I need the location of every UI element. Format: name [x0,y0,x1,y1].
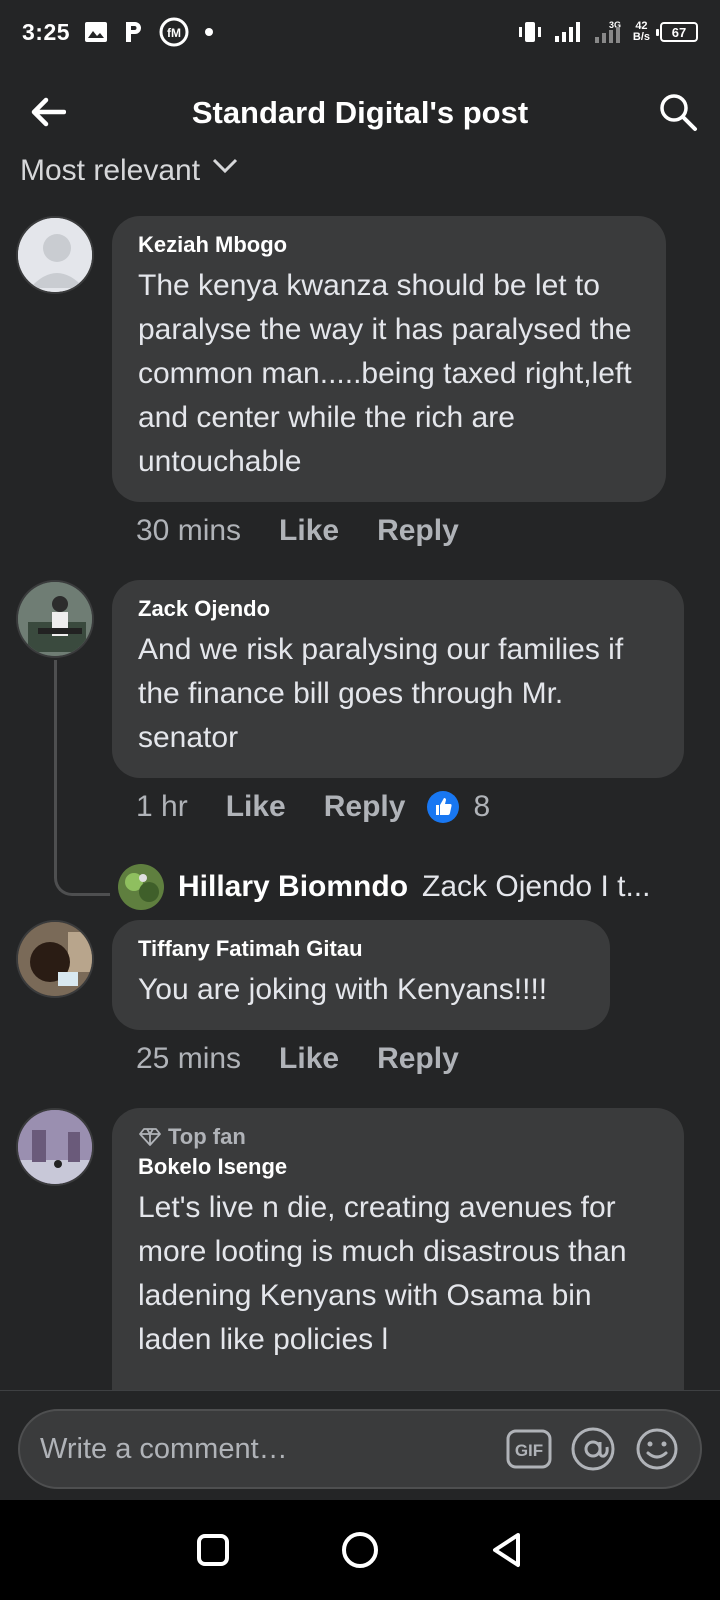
reply-avatar[interactable] [118,864,164,910]
reply-preview[interactable]: Hillary Biomndo Zack Ojendo I t... [118,864,698,910]
like-button[interactable]: Like [279,1042,339,1076]
reply-snippet: Zack Ojendo I t... [422,870,651,903]
gif-icon: GIF [506,1429,552,1469]
back-nav-button[interactable] [482,1525,532,1575]
notification-dot-icon [204,27,214,37]
comment-time[interactable]: 1 hr [136,790,188,824]
comment-author[interactable]: Keziah Mbogo [138,232,640,258]
like-button[interactable]: Like [226,790,286,824]
like-reaction-icon [427,791,460,823]
comment-text: Let's live n die, creating avenues for m… [138,1191,627,1356]
app-header: Standard Digital's post [0,78,720,148]
comment-actions: 1 hr Like Reply 8 [136,790,490,824]
back-triangle-icon [492,1533,520,1567]
comment-bubble: Top fan Bokelo Isenge Let's live n die, … [112,1108,684,1390]
net-speed-unit: B/s [632,31,650,43]
profile-photo-icon [18,1110,92,1184]
reaction-summary[interactable]: 8 [427,790,490,824]
comment-text: You are joking with Kenyans!!!! [138,973,548,1006]
back-arrow-icon [31,97,66,127]
emoji-button[interactable] [634,1426,680,1472]
default-profile-icon [18,218,92,292]
page-title: Standard Digital's post [191,95,529,130]
comment-composer-bar: Write a comment… GIF [0,1390,720,1500]
reaction-count: 8 [473,790,491,823]
search-button[interactable] [656,90,700,134]
emoji-icon [636,1428,678,1470]
profile-photo-icon [118,864,164,910]
reply-button[interactable]: Reply [324,790,406,824]
comment-input[interactable]: Write a comment… [40,1433,506,1466]
like-button[interactable]: Like [279,514,339,548]
comment-time[interactable]: 30 mins [136,514,241,548]
recents-button[interactable] [188,1525,238,1575]
avatar[interactable] [16,1108,94,1186]
comment-bubble: Zack Ojendo And we risk paralysing our f… [112,580,684,778]
comment-time[interactable]: 25 mins [136,1042,241,1076]
comment-author[interactable]: Bokelo Isenge [138,1154,658,1180]
svg-text:fM: fM [167,26,181,40]
avatar[interactable] [16,920,94,998]
status-time: 3:25 [22,18,71,45]
net-speed: 42 B/s [633,21,650,43]
home-circle-icon [341,1532,378,1568]
diamond-icon [139,1128,161,1146]
home-button[interactable] [335,1525,385,1575]
comment-composer[interactable]: Write a comment… GIF [18,1409,702,1489]
battery-level: 67 [671,24,687,40]
comment-bubble: Keziah Mbogo The kenya kwanza should be … [112,216,666,502]
parking-app-icon [122,20,144,44]
sort-dropdown[interactable]: Most relevant [20,140,238,180]
sort-label: Most relevant [20,154,201,180]
comment-bubble: Tiffany Fatimah Gitau You are joking wit… [112,920,610,1030]
profile-photo-icon [18,922,92,996]
thread-line [54,660,110,896]
avatar[interactable] [16,580,94,658]
reply-button[interactable]: Reply [377,514,459,548]
comment-author[interactable]: Zack Ojendo [138,596,658,622]
back-button[interactable] [28,92,68,132]
reply-button[interactable]: Reply [377,1042,459,1076]
battery-icon: 67 [656,22,698,42]
comment-text: The kenya kwanza should be let to paraly… [138,269,632,478]
profile-photo-icon [18,582,92,656]
mention-button[interactable] [570,1426,616,1472]
reply-author[interactable]: Hillary Biomndo [178,870,408,904]
vibrate-icon [517,20,543,44]
chevron-down-icon [212,148,238,180]
recents-square-icon [197,1534,230,1566]
gif-button[interactable]: GIF [506,1426,552,1472]
comment-text: And we risk paralysing our families if t… [138,633,624,754]
comment-actions: 25 mins Like Reply [136,1042,459,1076]
comment-actions: 30 mins Like Reply [136,514,459,548]
gallery-icon [84,21,108,43]
fm-app-icon: fM [158,16,190,48]
comment-author[interactable]: Tiffany Fatimah Gitau [138,936,584,962]
gif-label: GIF [515,1441,543,1460]
signal-3g-icon: 3G [593,19,623,45]
avatar[interactable] [16,216,94,294]
at-mention-icon [571,1427,615,1471]
signal-icon [553,20,583,44]
top-fan-badge: Top fan [138,1124,658,1150]
status-bar: 3:25 fM 3G 42 B/s 67 [0,0,720,64]
top-fan-label: Top fan [168,1124,246,1149]
system-nav-bar [0,1500,720,1600]
search-icon [660,94,697,131]
